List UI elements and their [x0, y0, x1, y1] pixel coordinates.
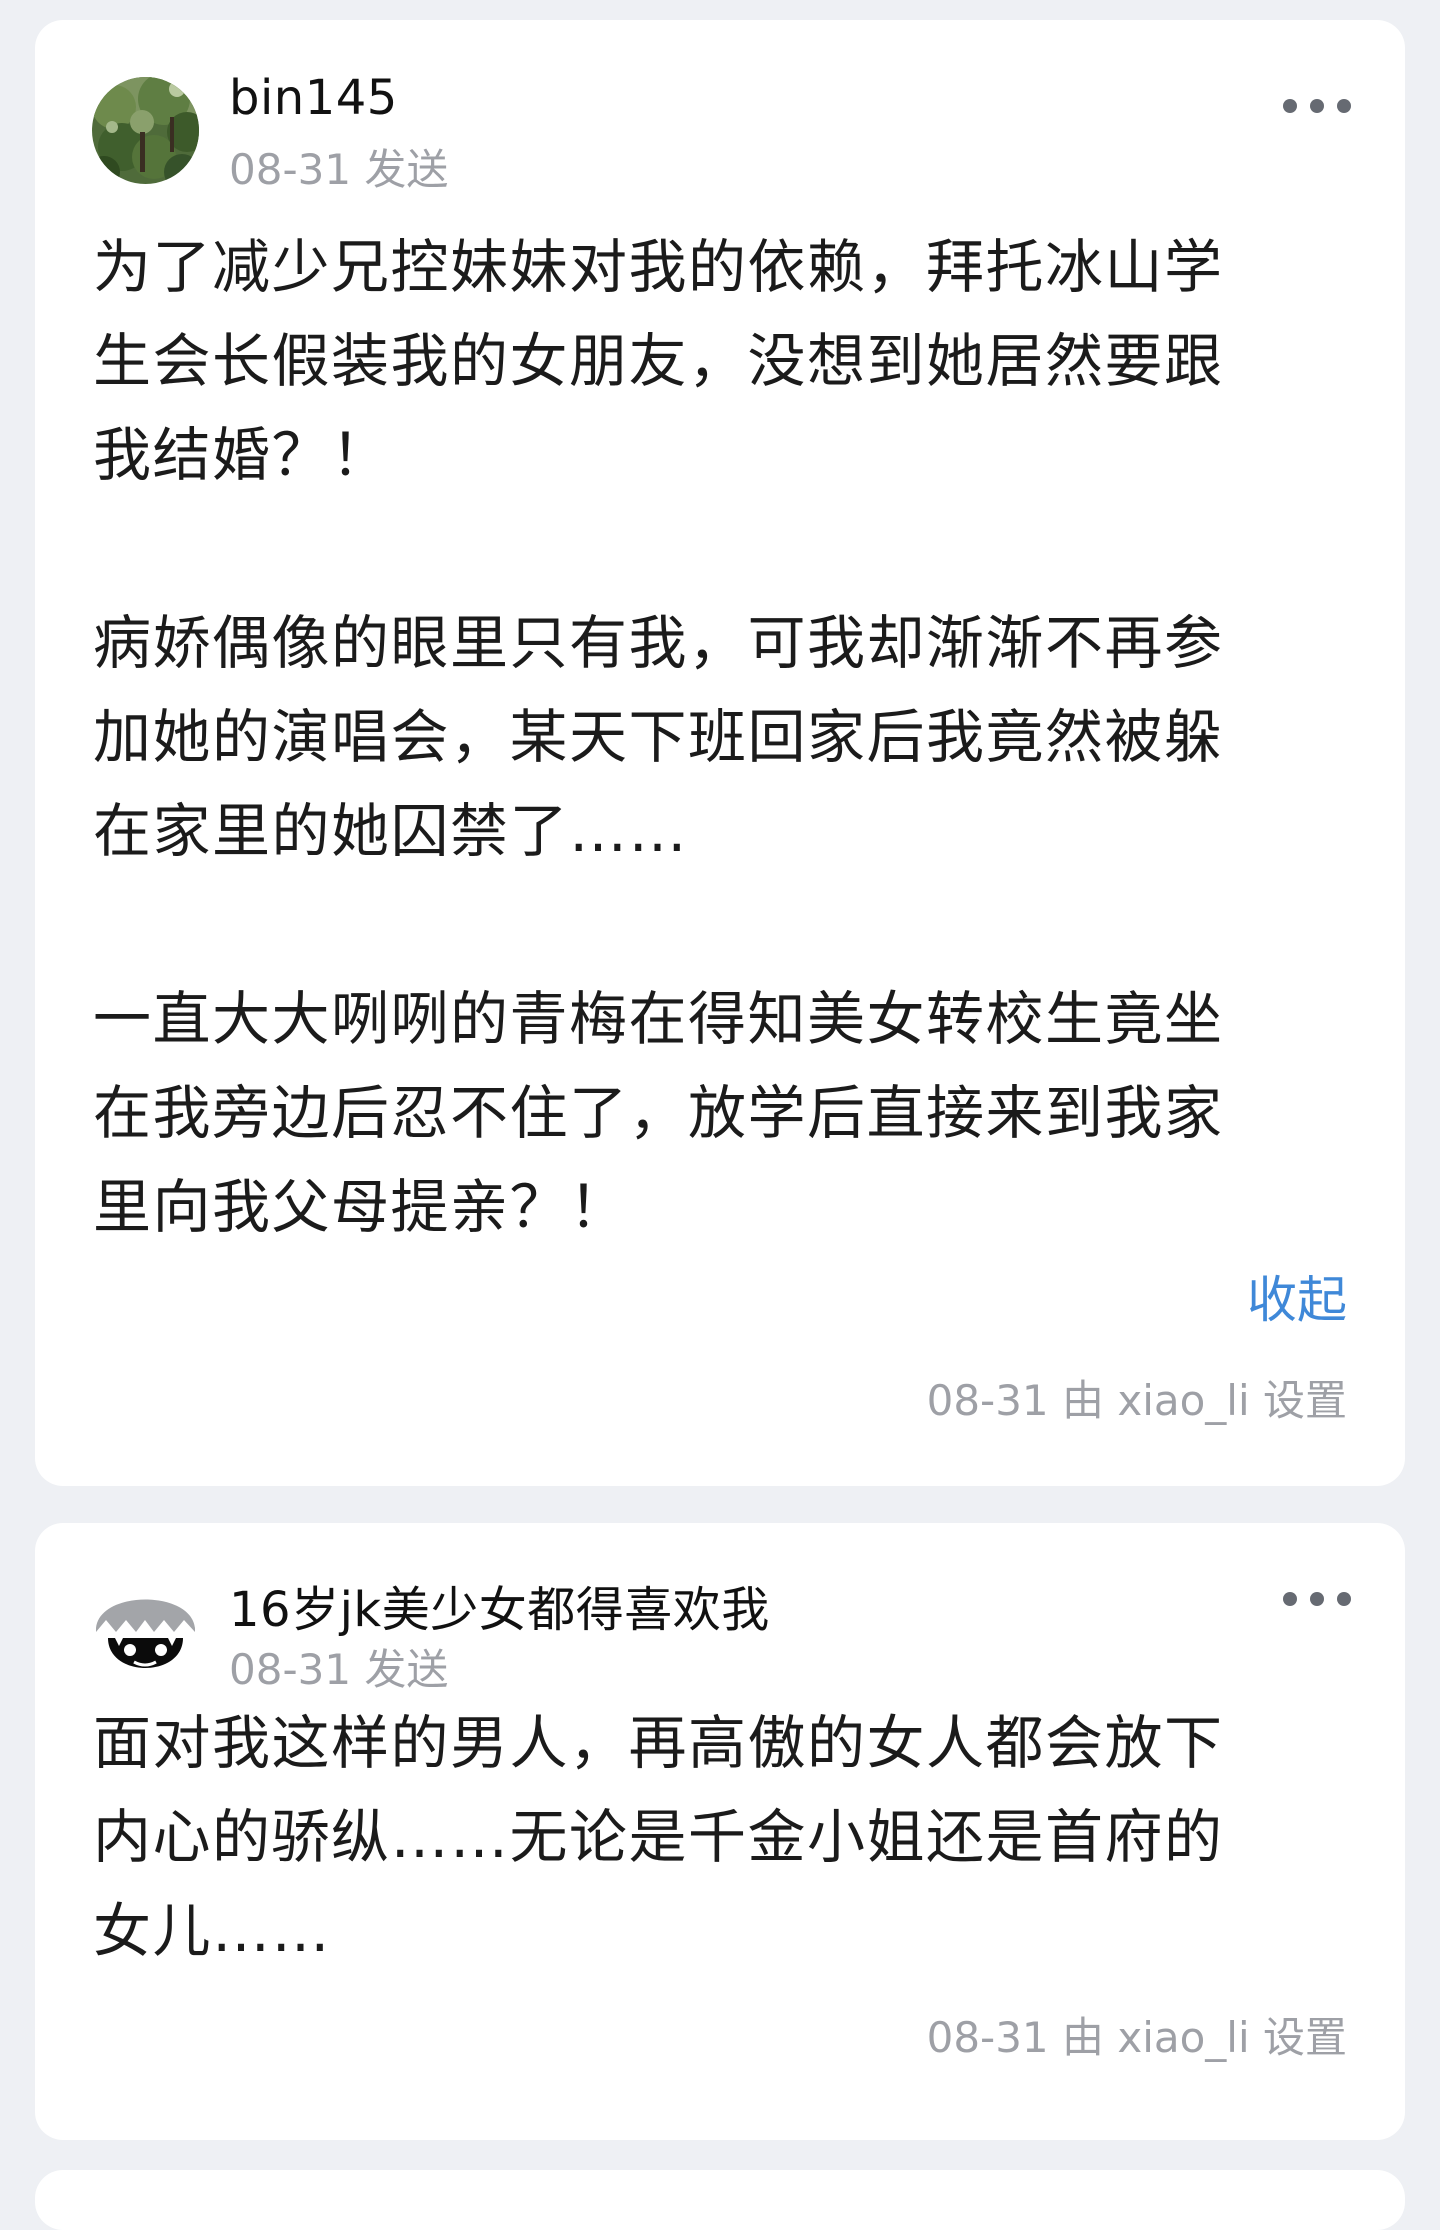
- more-dot-icon: [1337, 1592, 1351, 1606]
- more-dot-icon: [1310, 99, 1324, 113]
- username[interactable]: 16岁jk美少女都得喜欢我: [229, 1570, 770, 1640]
- more-dot-icon: [1283, 99, 1297, 113]
- post-body: 面对我这样的男人，再高傲的女人都会放下 内心的骄纵……无论是千金小姐还是首府的 …: [93, 1696, 1351, 1978]
- post-paragraph: 病娇偶像的眼里只有我，可我却渐渐不再参 加她的演唱会，某天下班回家后我竟然被躲 …: [93, 609, 1224, 865]
- more-options-button[interactable]: [1283, 1579, 1351, 1619]
- post-footer: 08-31 由 xiao_li 设置: [926, 1376, 1347, 1425]
- username[interactable]: bin145: [229, 70, 398, 126]
- more-options-button[interactable]: [1283, 86, 1351, 126]
- cartoon-face-avatar-icon: [92, 1578, 199, 1685]
- post-feed: bin145 08-31 发送 为了减少兄控妹妹对我的依赖，拜托冰山学 生会长假…: [0, 0, 1440, 2230]
- more-dot-icon: [1283, 1592, 1297, 1606]
- post-card-partial[interactable]: [35, 2170, 1405, 2230]
- post-paragraph: 一直大大咧咧的青梅在得知美女转校生竟坐 在我旁边后忍不住了，放学后直接来到我家 …: [93, 985, 1224, 1241]
- post-body: 为了减少兄控妹妹对我的依赖，拜托冰山学 生会长假装我的女朋友，没想到她居然要跟 …: [93, 220, 1351, 1254]
- post-card[interactable]: 16岁jk美少女都得喜欢我 08-31 发送 面对我这样的男人，再高傲的女人都会…: [35, 1523, 1405, 2140]
- post-paragraph: 面对我这样的男人，再高傲的女人都会放下 内心的骄纵……无论是千金小姐还是首府的 …: [93, 1709, 1224, 1965]
- user-avatar[interactable]: [92, 77, 199, 184]
- more-dot-icon: [1310, 1592, 1324, 1606]
- collapse-link[interactable]: 收起: [1247, 1260, 1347, 1332]
- post-paragraph: 为了减少兄控妹妹对我的依赖，拜托冰山学 生会长假装我的女朋友，没想到她居然要跟 …: [93, 233, 1224, 489]
- post-footer: 08-31 由 xiao_li 设置: [926, 2013, 1347, 2062]
- post-timestamp: 08-31 发送: [229, 145, 449, 194]
- user-avatar[interactable]: [92, 1578, 199, 1685]
- post-timestamp: 08-31 发送: [229, 1645, 449, 1694]
- post-card[interactable]: bin145 08-31 发送 为了减少兄控妹妹对我的依赖，拜托冰山学 生会长假…: [35, 20, 1405, 1486]
- landscape-photo-avatar-icon: [92, 77, 199, 184]
- more-dot-icon: [1337, 99, 1351, 113]
